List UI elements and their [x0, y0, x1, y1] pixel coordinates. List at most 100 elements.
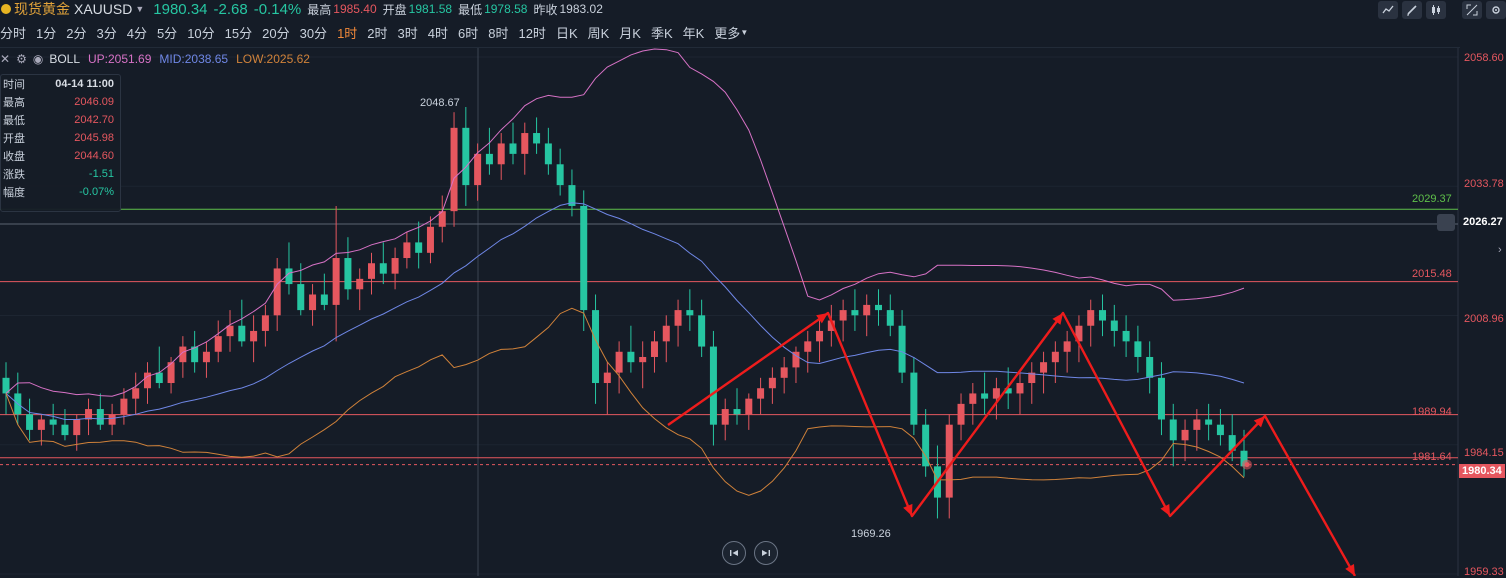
candle-body: [957, 403, 965, 425]
candle-body: [992, 388, 1000, 399]
candle-body: [285, 268, 293, 285]
interval-item[interactable]: 5分: [157, 23, 177, 42]
candle-body: [226, 325, 234, 337]
gear-icon[interactable]: ⚙: [16, 52, 27, 66]
settings-icon[interactable]: [1486, 1, 1506, 19]
indicator-legend: ✕ ⚙ ◉ BOLL UP:2051.69 MID:2038.65 LOW:20…: [0, 52, 310, 66]
candle-body: [910, 372, 918, 425]
interval-item[interactable]: 1分: [36, 23, 56, 42]
interval-item[interactable]: 30分: [300, 23, 327, 42]
candle-body: [1099, 310, 1107, 321]
candle-body: [250, 330, 258, 342]
candle-body: [1193, 419, 1201, 430]
candle-body: [485, 153, 493, 165]
level-label: 1981.64: [1412, 451, 1452, 463]
interval-item[interactable]: 分时: [0, 23, 26, 42]
candle-body: [73, 419, 81, 436]
interval-bar: 分时 1分 2分 3分 4分 5分 10分 15分 20分 30分 1时 2时 …: [0, 23, 748, 41]
candle-body: [273, 268, 281, 316]
line-chart-icon[interactable]: [1378, 1, 1398, 19]
candle-body: [403, 242, 411, 259]
interval-more[interactable]: 更多: [714, 23, 740, 42]
interval-item[interactable]: 年K: [683, 23, 705, 42]
candle-body: [1122, 330, 1130, 342]
symbol-code[interactable]: XAUUSD: [74, 1, 132, 17]
interval-item[interactable]: 3分: [96, 23, 116, 42]
axis-tick-label: 1959.33: [1464, 566, 1504, 578]
bell-icon[interactable]: [1437, 214, 1455, 231]
interval-item-active[interactable]: 1时: [337, 23, 357, 42]
high-label: 最高: [307, 2, 332, 17]
candle-body: [580, 205, 588, 311]
candle-style-icon[interactable]: [1426, 1, 1446, 19]
candle-body: [757, 388, 765, 399]
symbol-name[interactable]: 现货黄金: [14, 0, 70, 19]
scroll-right-button[interactable]: [754, 541, 778, 565]
interval-item[interactable]: 季K: [651, 23, 673, 42]
interval-item[interactable]: 2时: [367, 23, 387, 42]
candle-body: [639, 356, 647, 363]
interval-item[interactable]: 20分: [262, 23, 289, 42]
candle-body: [509, 143, 517, 154]
candle-body: [155, 372, 163, 384]
candle-body: [544, 143, 552, 165]
candle-body: [592, 310, 600, 384]
prev-close-value: 1983.02: [559, 2, 603, 16]
tip-open: 2045.98: [74, 132, 114, 144]
tip-change-label: 涨跌: [3, 169, 25, 181]
candle-body: [332, 258, 340, 305]
candle-body: [1040, 362, 1048, 373]
candle-body: [309, 294, 317, 311]
interval-item[interactable]: 12时: [518, 23, 545, 42]
candle-body: [450, 127, 458, 212]
candle-body: [816, 330, 824, 342]
draw-pencil-icon[interactable]: [1402, 1, 1422, 19]
more-caret-icon[interactable]: ▼: [740, 28, 748, 37]
candle-body: [297, 284, 305, 311]
candle-body: [1063, 341, 1071, 352]
price-chart[interactable]: [0, 48, 1506, 576]
candle-body: [863, 304, 871, 316]
interval-item[interactable]: 日K: [556, 23, 578, 42]
tip-high-label: 最高: [3, 97, 25, 109]
candle-body: [37, 419, 45, 430]
candle-body: [379, 263, 387, 274]
fullscreen-icon[interactable]: [1462, 1, 1482, 19]
axis-tick-label: 1984.15: [1464, 447, 1504, 459]
boll-up: UP:2051.69: [88, 52, 152, 66]
eye-icon[interactable]: ◉: [33, 52, 43, 66]
crosshair-price-tag: 2026.27: [1460, 215, 1506, 229]
close-icon[interactable]: ✕: [0, 52, 10, 66]
candle-body: [391, 258, 399, 274]
candle-body: [898, 325, 906, 373]
level-label: 1989.94: [1412, 406, 1452, 418]
symbol-dropdown-icon[interactable]: ▼: [135, 4, 144, 14]
interval-item[interactable]: 10分: [187, 23, 214, 42]
tip-close: 2044.60: [74, 150, 114, 162]
candle-body: [26, 414, 34, 430]
interval-item[interactable]: 4时: [428, 23, 448, 42]
skip-forward-icon: [762, 550, 770, 556]
candle-body: [533, 133, 541, 144]
interval-item[interactable]: 3时: [398, 23, 418, 42]
arrow-head: [1052, 313, 1063, 325]
candle-body: [1205, 419, 1213, 425]
interval-item[interactable]: 6时: [458, 23, 478, 42]
arrow-head: [816, 313, 828, 324]
candle-body: [462, 127, 470, 186]
candle-body: [698, 315, 706, 347]
interval-item[interactable]: 周K: [588, 23, 610, 42]
candle-body: [839, 310, 847, 321]
tip-close-label: 收盘: [3, 151, 25, 163]
interval-item[interactable]: 4分: [127, 23, 147, 42]
interval-item[interactable]: 15分: [225, 23, 252, 42]
interval-item[interactable]: 8时: [488, 23, 508, 42]
open-value: 1981.58: [408, 2, 453, 16]
scroll-left-button[interactable]: [722, 541, 746, 565]
axis-tick-label: 2008.96: [1464, 313, 1504, 325]
candle-body: [804, 341, 812, 352]
interval-item[interactable]: 2分: [66, 23, 86, 42]
interval-item[interactable]: 月K: [619, 23, 641, 42]
chevron-right-icon[interactable]: ›: [1498, 244, 1502, 256]
open-label: 开盘: [382, 2, 407, 17]
